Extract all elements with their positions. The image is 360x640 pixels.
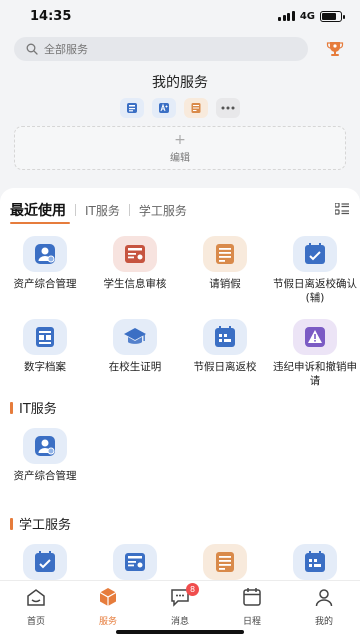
nav-label: 首页	[26, 617, 45, 627]
student-card-icon	[113, 236, 157, 272]
xg-section-label: 学工服务	[19, 518, 72, 533]
holiday-confirm-icon	[293, 236, 337, 272]
recent-service-item[interactable]: 学生信息审核	[90, 236, 180, 305]
student-card-icon	[113, 544, 157, 580]
search-icon	[26, 43, 38, 55]
appeal-warning-icon	[293, 319, 337, 355]
edit-label: 编辑	[170, 152, 190, 164]
nav-item-home[interactable]: 首页	[0, 581, 72, 640]
service-label: 数字档案	[24, 361, 66, 373]
nav-label: 日程	[242, 617, 261, 627]
service-tabs: 最近使用 IT服务 学工服务	[10, 200, 187, 220]
holiday-return-icon	[293, 544, 337, 580]
it-section-title: IT服务	[10, 398, 57, 417]
leave-form-icon	[203, 544, 247, 580]
service-label: 请销假	[209, 278, 241, 290]
it-section-label: IT服务	[19, 402, 57, 417]
a-plus-icon[interactable]	[152, 98, 176, 118]
recent-services-grid: 资产综合管理 学生信息审核 请销假 节假日离返校确认(辅) 数字档案 在校生证明 节假日离返…	[0, 236, 360, 388]
section-marker	[10, 517, 13, 530]
service-label: 资产综合管理	[13, 470, 77, 482]
xg-services-grid	[0, 544, 360, 580]
my-services-shortcuts	[0, 98, 360, 118]
nav-item-profile[interactable]: 我的	[288, 581, 360, 640]
service-label: 节假日离返校确认(辅)	[273, 278, 357, 304]
section-marker	[10, 401, 13, 414]
my-services-title: 我的服务	[152, 75, 208, 91]
recent-service-item[interactable]: 节假日离返校确认(辅)	[270, 236, 360, 305]
nav-label: 服务	[98, 617, 117, 627]
asset-user-icon	[23, 236, 67, 272]
tab-recent[interactable]: 最近使用	[10, 200, 66, 220]
recent-service-item[interactable]: 资产综合管理	[0, 236, 90, 305]
signal-icon	[278, 11, 295, 21]
service-label: 违纪申诉和撤销申请	[273, 361, 357, 387]
xg-service-item[interactable]	[180, 544, 270, 580]
trophy-icon[interactable]	[326, 40, 344, 58]
holiday-confirm-icon	[23, 544, 67, 580]
status-bar: 14:35 4G	[0, 0, 360, 32]
it-service-item[interactable]: 资产综合管理	[0, 428, 90, 483]
service-label: 节假日离返校	[193, 361, 257, 373]
services-panel: 最近使用 IT服务 学工服务 资产综合管理 学生信息审核 请销假 节假日离返校确认(辅…	[0, 188, 360, 583]
search-input[interactable]	[44, 42, 264, 56]
recent-service-item[interactable]: 数字档案	[0, 319, 90, 388]
leave-form-icon	[203, 236, 247, 272]
xg-service-item[interactable]	[90, 544, 180, 580]
active-tab-indicator	[10, 222, 70, 224]
recent-service-item[interactable]: 违纪申诉和撤销申请	[270, 319, 360, 388]
service-label: 资产综合管理	[13, 278, 77, 290]
status-indicators: 4G	[278, 10, 345, 22]
tab-it-services[interactable]: IT服务	[85, 202, 120, 219]
status-time: 14:35	[30, 8, 72, 24]
tab-student-affairs[interactable]: 学工服务	[139, 202, 187, 219]
asset-user-icon	[23, 428, 67, 464]
xg-service-item[interactable]	[270, 544, 360, 580]
xg-section-title: 学工服务	[10, 514, 71, 533]
service-cube-icon	[97, 586, 119, 612]
more-icon[interactable]	[216, 98, 240, 118]
home-indicator	[116, 630, 244, 634]
profile-icon	[313, 586, 335, 612]
nav-label: 消息	[170, 617, 189, 627]
grid-menu-icon[interactable]	[335, 203, 349, 215]
battery-fill	[322, 12, 337, 20]
archive-icon	[23, 319, 67, 355]
network-type: 4G	[299, 10, 315, 22]
holiday-return-icon	[203, 319, 247, 355]
recent-service-item[interactable]: 节假日离返校	[180, 319, 270, 388]
nav-label: 我的	[314, 617, 333, 627]
recent-service-item[interactable]: 在校生证明	[90, 319, 180, 388]
it-services-grid: 资产综合管理	[0, 428, 360, 483]
search-bar[interactable]	[14, 37, 308, 61]
leave-note-icon[interactable]	[184, 98, 208, 118]
xg-service-item[interactable]	[0, 544, 90, 580]
calendar-icon	[241, 586, 263, 612]
tab-divider	[75, 204, 76, 216]
service-label: 学生信息审核	[103, 278, 167, 290]
home-icon	[25, 586, 47, 612]
tab-divider	[128, 204, 130, 216]
unread-badge: 8	[186, 583, 199, 596]
graduation-cap-icon	[113, 319, 157, 355]
battery-icon	[320, 10, 345, 22]
id-card-icon[interactable]	[120, 98, 144, 118]
edit-services-button[interactable]: + 编辑	[14, 126, 346, 170]
service-label: 在校生证明	[108, 361, 162, 373]
recent-service-item[interactable]: 请销假	[180, 236, 270, 305]
plus-icon: +	[174, 131, 186, 148]
